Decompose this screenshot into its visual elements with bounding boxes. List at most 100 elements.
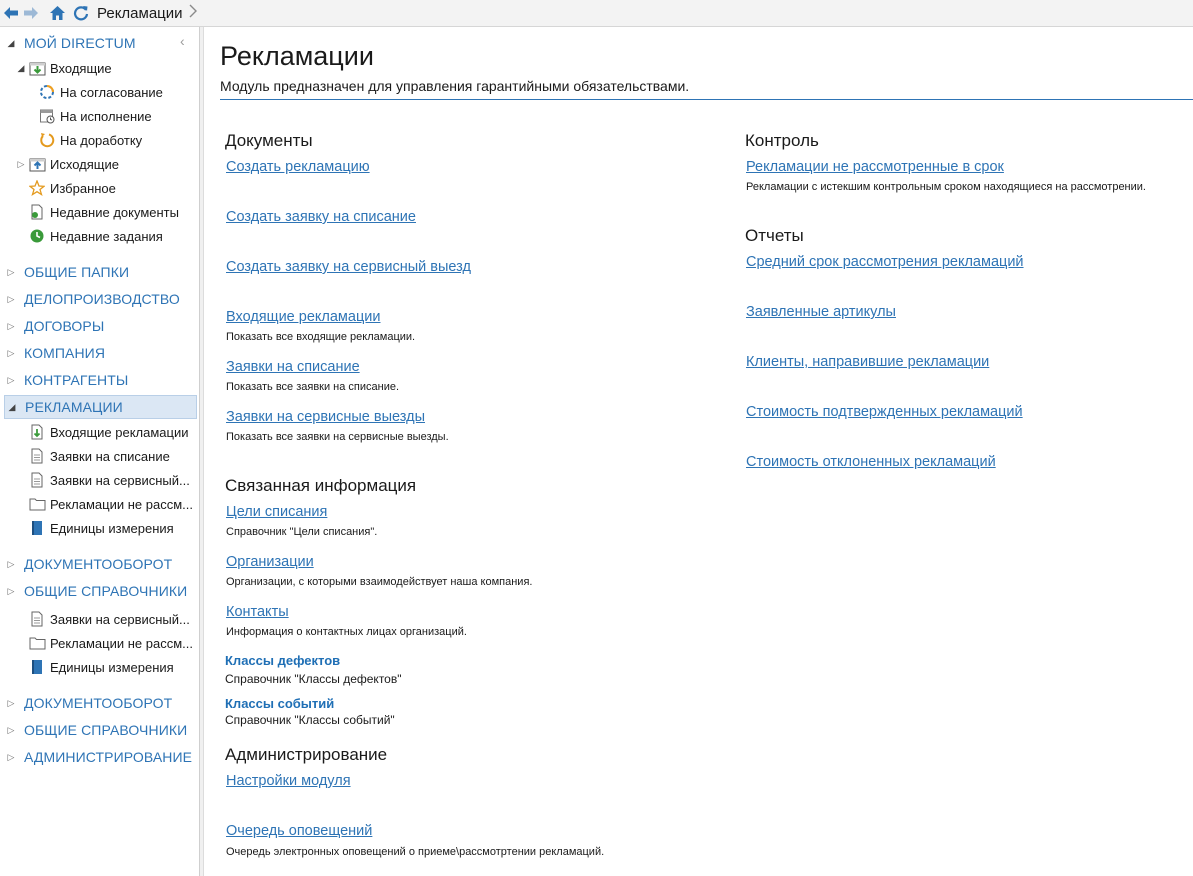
sidebar-section-common-references-2[interactable]: ▷ ОБЩИЕ СПРАВОЧНИКИ xyxy=(4,718,197,742)
title-divider xyxy=(220,99,1193,100)
chevron-right-icon xyxy=(189,4,197,23)
incoming-reclamations-desc: Показать все входящие рекламации. xyxy=(226,331,416,343)
reports-heading: Отчеты xyxy=(745,226,804,245)
sidebar-item-service-requests-ref[interactable]: Заявки на сервисный... xyxy=(4,607,221,631)
calendar-clock-icon xyxy=(38,107,56,125)
documents-heading: Документы xyxy=(225,131,313,150)
module-settings-link[interactable]: Настройки модуля xyxy=(226,773,351,789)
expand-triangle-icon[interactable]: ◢ xyxy=(5,402,19,413)
sidebar-item-outbox[interactable]: ▷ Исходящие xyxy=(4,152,207,176)
collapse-sidebar-icon[interactable]: ‹ xyxy=(180,33,185,49)
reference-book-icon xyxy=(28,658,46,676)
rejected-cost-report-link[interactable]: Стоимость отклоненных рекламаций xyxy=(746,454,996,470)
sidebar-item-service-requests[interactable]: Заявки на сервисный... xyxy=(4,468,221,492)
sidebar-item-incoming-reclamations[interactable]: Входящие рекламации xyxy=(4,420,221,444)
collapsed-triangle-icon[interactable]: ▷ xyxy=(4,725,18,736)
sidebar-splitter[interactable] xyxy=(200,27,204,876)
sidebar-item-for-execution[interactable]: На исполнение xyxy=(4,104,231,128)
document-icon xyxy=(28,447,46,465)
revision-arrow-icon xyxy=(38,131,56,149)
confirmed-cost-report-link[interactable]: Стоимость подтвержденных рекламаций xyxy=(746,404,1023,420)
contacts-link[interactable]: Контакты xyxy=(226,604,289,620)
recent-document-icon xyxy=(28,203,46,221)
sidebar-item-recent-documents[interactable]: Недавние документы xyxy=(4,200,221,224)
document-icon xyxy=(28,471,46,489)
approval-circle-icon xyxy=(38,83,56,101)
sidebar-section-common-folders[interactable]: ▷ ОБЩИЕ ПАПКИ xyxy=(4,260,197,284)
writeoff-requests-link[interactable]: Заявки на списание xyxy=(226,359,360,375)
declared-articles-report-link[interactable]: Заявленные артикулы xyxy=(746,304,896,320)
sidebar-item-inbox[interactable]: ◢ Входящие xyxy=(4,56,207,80)
collapsed-triangle-icon[interactable]: ▷ xyxy=(4,752,18,763)
control-heading: Контроль xyxy=(745,131,819,150)
overdue-reclamations-link[interactable]: Рекламации не рассмотренные в срок xyxy=(746,159,1004,175)
notification-queue-desc: Очередь электронных оповещений о приеме\… xyxy=(226,846,605,858)
create-writeoff-request-link[interactable]: Создать заявку на списание xyxy=(226,209,416,225)
sidebar-section-my-directum[interactable]: ◢ МОЙ DIRECTUM xyxy=(4,31,197,55)
sidebar-item-writeoff-requests[interactable]: Заявки на списание xyxy=(4,444,221,468)
sidebar-item-for-revision[interactable]: На доработку xyxy=(4,128,231,152)
expand-triangle-icon[interactable]: ◢ xyxy=(14,63,28,74)
organizations-link[interactable]: Организации xyxy=(226,554,314,570)
sidebar-item-recent-tasks[interactable]: Недавние задания xyxy=(4,224,221,248)
avg-review-time-report-link[interactable]: Средний срок рассмотрения рекламаций xyxy=(746,254,1024,270)
collapsed-triangle-icon[interactable]: ▷ xyxy=(4,321,18,332)
sidebar-section-administration[interactable]: ▷ АДМИНИСТРИРОВАНИЕ xyxy=(4,745,197,769)
sidebar-section-company[interactable]: ▷ КОМПАНИЯ xyxy=(4,341,197,365)
sidebar-item-units-of-measure-ref[interactable]: Единицы измерения xyxy=(4,655,221,679)
page-title: Рекламации xyxy=(220,41,374,71)
collapsed-triangle-icon[interactable]: ▷ xyxy=(4,294,18,305)
sidebar-item-for-approval[interactable]: На согласование xyxy=(4,80,231,104)
back-arrow-icon[interactable] xyxy=(1,3,21,23)
home-icon[interactable] xyxy=(47,3,67,23)
folder-icon xyxy=(28,495,46,513)
writeoff-requests-desc: Показать все заявки на списание. xyxy=(226,381,400,393)
overdue-reclamations-desc: Рекламации с истекшим контрольным сроком… xyxy=(746,181,1146,193)
navigation-sidebar: ◢ МОЙ DIRECTUM ‹ ◢ Входящие На согласова… xyxy=(0,27,200,876)
folder-icon xyxy=(28,634,46,652)
reference-book-icon xyxy=(28,519,46,537)
sidebar-item-favorites[interactable]: Избранное xyxy=(4,176,221,200)
service-requests-link[interactable]: Заявки на сервисные выезды xyxy=(226,409,425,425)
incoming-document-icon xyxy=(28,423,46,441)
create-reclamation-link[interactable]: Создать рекламацию xyxy=(226,159,370,175)
sidebar-item-overdue-reclamations[interactable]: Рекламации не рассм... xyxy=(4,492,221,516)
collapsed-triangle-icon[interactable]: ▷ xyxy=(4,267,18,278)
incoming-reclamations-link[interactable]: Входящие рекламации xyxy=(226,309,380,325)
defect-classes-link[interactable]: Классы дефектов xyxy=(225,653,340,668)
collapsed-triangle-icon[interactable]: ▷ xyxy=(14,159,28,170)
sidebar-section-records-management[interactable]: ▷ ДЕЛОПРОИЗВОДСТВО xyxy=(4,287,197,311)
document-icon xyxy=(28,610,46,628)
refresh-icon[interactable] xyxy=(71,3,91,23)
sidebar-section-counterparties[interactable]: ▷ КОНТРАГЕНТЫ xyxy=(4,368,197,392)
forward-arrow-icon[interactable] xyxy=(21,3,41,23)
collapsed-triangle-icon[interactable]: ▷ xyxy=(4,698,18,709)
sidebar-section-contracts[interactable]: ▷ ДОГОВОРЫ xyxy=(4,314,197,338)
collapsed-triangle-icon[interactable]: ▷ xyxy=(4,375,18,386)
sidebar-section-document-flow-2[interactable]: ▷ ДОКУМЕНТООБОРОТ xyxy=(4,691,197,715)
event-classes-link[interactable]: Классы событий xyxy=(225,696,334,711)
organizations-desc: Организации, с которыми взаимодействует … xyxy=(226,576,533,588)
collapsed-triangle-icon[interactable]: ▷ xyxy=(4,586,18,597)
main-content: Рекламации Модуль предназначен для управ… xyxy=(205,27,1193,876)
collapsed-triangle-icon[interactable]: ▷ xyxy=(4,559,18,570)
event-classes-desc: Справочник "Классы событий" xyxy=(225,713,395,727)
star-icon xyxy=(28,179,46,197)
sidebar-item-overdue-reclamations-ref[interactable]: Рекламации не рассм... xyxy=(4,631,221,655)
collapsed-triangle-icon[interactable]: ▷ xyxy=(4,348,18,359)
sidebar-section-common-references[interactable]: ▷ ОБЩИЕ СПРАВОЧНИКИ xyxy=(4,579,197,603)
expand-triangle-icon[interactable]: ◢ xyxy=(4,38,18,49)
create-service-request-link[interactable]: Создать заявку на сервисный выезд xyxy=(226,259,471,275)
sidebar-item-units-of-measure[interactable]: Единицы измерения xyxy=(4,516,221,540)
notification-queue-link[interactable]: Очередь оповещений xyxy=(226,823,372,839)
related-info-heading: Связанная информация xyxy=(225,476,417,495)
recent-tasks-clock-icon xyxy=(28,227,46,245)
administration-heading: Администрирование xyxy=(225,745,388,764)
sidebar-section-reclamations[interactable]: ◢ РЕКЛАМАЦИИ xyxy=(4,395,197,419)
writeoff-goals-link[interactable]: Цели списания xyxy=(226,504,327,520)
clients-report-link[interactable]: Клиенты, направившие рекламации xyxy=(746,354,989,370)
outbox-folder-icon xyxy=(28,155,46,173)
top-navigation-bar: Рекламации xyxy=(0,0,1193,27)
breadcrumb[interactable]: Рекламации xyxy=(97,5,183,22)
sidebar-section-document-flow[interactable]: ▷ ДОКУМЕНТООБОРОТ xyxy=(4,552,197,576)
